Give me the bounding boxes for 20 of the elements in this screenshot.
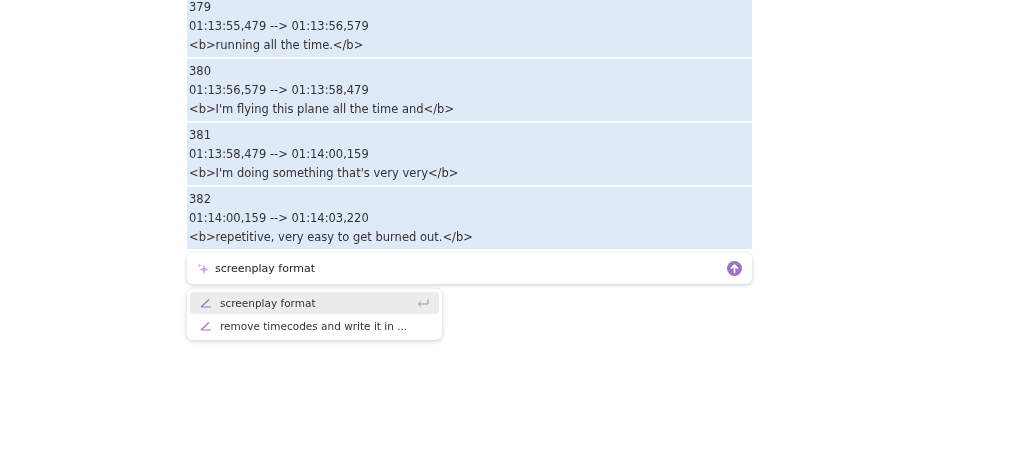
suggestion-label: screenplay format bbox=[220, 297, 317, 309]
suggestion-label: remove timecodes and write it in ... bbox=[220, 320, 409, 332]
send-icon[interactable] bbox=[727, 261, 742, 276]
subtitle-index: 380 bbox=[189, 63, 212, 80]
subtitle-text: <b>repetitive, very easy to get burned out.</b> bbox=[189, 229, 474, 246]
subtitle-index: 379 bbox=[189, 0, 212, 16]
subtitle-index: 382 bbox=[189, 191, 212, 208]
subtitle-text: <b>I'm doing something that's very very</b> bbox=[189, 165, 460, 182]
subtitle-timecode: 01:13:56,579 --> 01:13:58,479 bbox=[189, 82, 370, 99]
prompt-field[interactable]: screenplay format bbox=[215, 262, 721, 275]
suggestion-item[interactable]: remove timecodes and write it in ... bbox=[190, 315, 439, 337]
subtitle-index: 381 bbox=[189, 127, 212, 144]
sparkle-icon bbox=[197, 262, 209, 275]
subtitle-timecode: 01:13:58,479 --> 01:14:00,159 bbox=[189, 146, 370, 163]
subtitle-timecode: 01:14:00,159 --> 01:14:03,220 bbox=[189, 210, 370, 227]
subtitle-text: <b>I'm flying this plane all the time and</b> bbox=[189, 101, 455, 118]
enter-icon bbox=[417, 298, 429, 308]
subtitle-text: <b>running all the time.</b> bbox=[189, 37, 365, 54]
suggestion-item[interactable]: screenplay format bbox=[190, 292, 439, 314]
subtitle-timecode: 01:13:55,479 --> 01:13:56,579 bbox=[189, 18, 370, 35]
